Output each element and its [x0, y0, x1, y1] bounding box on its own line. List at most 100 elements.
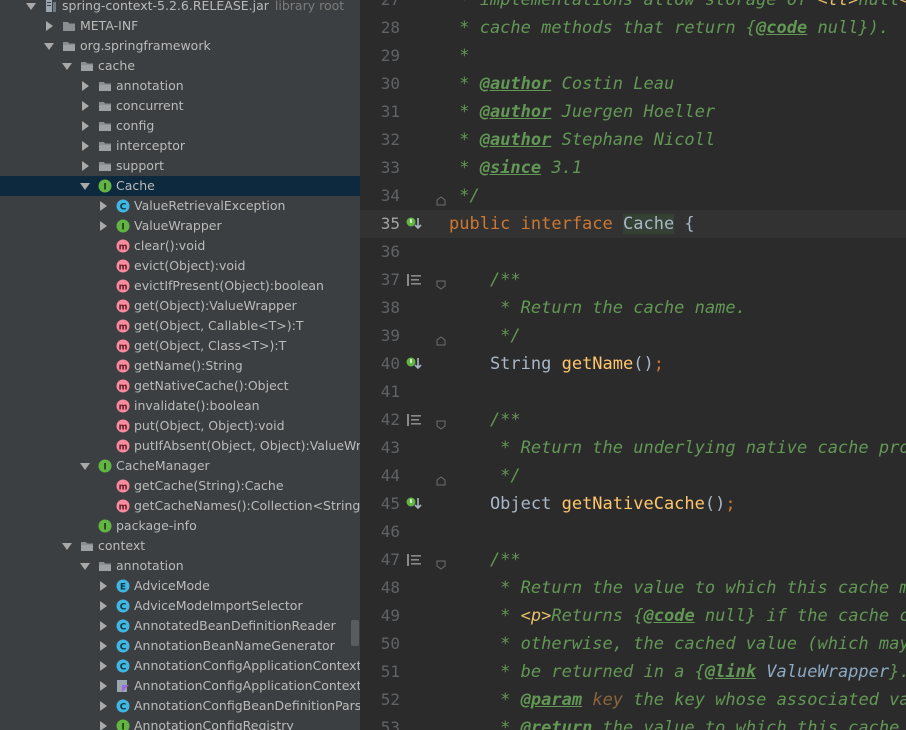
collapse-arrow-icon[interactable] — [100, 581, 107, 591]
tree-row[interactable]: C AnnotationConfigBeanDefinitionParser — [0, 696, 360, 716]
implemented-marker-icon[interactable] — [406, 356, 422, 372]
tree-row[interactable]: m evictIfPresent(Object):boolean — [0, 276, 360, 296]
collapse-arrow-icon[interactable] — [46, 21, 53, 31]
tree-row[interactable]: I Cache — [0, 176, 360, 196]
tree-row[interactable]: org.springframework — [0, 36, 360, 56]
fold-end-icon[interactable] — [436, 331, 446, 346]
code-line[interactable]: * — [449, 42, 469, 70]
tree-row[interactable]: m get(Object, Class<T>):T — [0, 336, 360, 356]
collapse-arrow-icon[interactable] — [100, 641, 107, 651]
fold-start-icon[interactable] — [436, 555, 446, 570]
tree-row[interactable]: E AdviceMode — [0, 576, 360, 596]
implemented-marker-icon[interactable] — [406, 216, 422, 232]
collapse-arrow-icon[interactable] — [82, 81, 89, 91]
project-tree[interactable]: spring-context-5.2.6.RELEASE.jar library … — [0, 0, 360, 730]
collapse-arrow-icon[interactable] — [100, 681, 107, 691]
expand-arrow-icon[interactable] — [62, 543, 72, 550]
code-line[interactable]: * @author Juergen Hoeller — [449, 98, 715, 126]
code-line[interactable]: String getName(); — [449, 350, 664, 378]
collapse-arrow-icon[interactable] — [100, 201, 107, 211]
code-line[interactable]: * otherwise, the cached value (which may… — [449, 630, 906, 658]
collapse-arrow-icon[interactable] — [82, 161, 89, 171]
tree-row[interactable]: m putIfAbsent(Object, Object):ValueWrappe… — [0, 436, 360, 456]
tree-row[interactable]: m clear():void — [0, 236, 360, 256]
tree-row[interactable]: AnnotationConfigApplicationContextExtens… — [0, 676, 360, 696]
implemented-marker-icon[interactable] — [406, 496, 422, 512]
code-line[interactable]: * @since 3.1 — [449, 154, 582, 182]
tree-row[interactable]: m get(Object, Callable<T>):T — [0, 316, 360, 336]
code-line[interactable]: * implementations allow storage of <tt>n… — [449, 0, 906, 14]
code-line[interactable]: * @author Costin Leau — [449, 70, 674, 98]
tree-row[interactable]: I CacheManager — [0, 456, 360, 476]
code-line[interactable]: * @return the value to which this cache … — [449, 714, 906, 730]
fold-end-icon[interactable] — [436, 471, 446, 486]
collapse-arrow-icon[interactable] — [82, 121, 89, 131]
rendered-doc-toggle-icon[interactable] — [406, 272, 422, 288]
tree-row[interactable]: C AnnotationBeanNameGenerator — [0, 636, 360, 656]
code-editor[interactable]: 27 * implementations allow storage of <t… — [360, 0, 906, 730]
code-line[interactable]: * be returned in a {@link ValueWrapper}. — [449, 658, 906, 686]
tree-row[interactable]: context — [0, 536, 360, 556]
code-line[interactable]: /** — [449, 406, 521, 434]
code-line[interactable]: public interface Cache { — [449, 210, 695, 238]
expand-arrow-icon[interactable] — [62, 63, 72, 70]
tree-row[interactable]: C AdviceModeImportSelector — [0, 596, 360, 616]
tree-row[interactable]: concurrent — [0, 96, 360, 116]
tree-row[interactable]: m getNativeCache():Object — [0, 376, 360, 396]
tree-row[interactable]: m invalidate():boolean — [0, 396, 360, 416]
tree-row[interactable]: m getCacheNames():Collection<String> — [0, 496, 360, 516]
code-line[interactable]: * Return the underlying native cache pro… — [449, 434, 906, 462]
rendered-doc-toggle-icon[interactable] — [406, 552, 422, 568]
code-line[interactable]: * @author Stephane Nicoll — [449, 126, 715, 154]
expand-arrow-icon[interactable] — [26, 3, 36, 10]
rendered-doc-toggle-icon[interactable] — [406, 412, 422, 428]
tree-row[interactable]: m get(Object):ValueWrapper — [0, 296, 360, 316]
code-line[interactable]: * <p>Returns {@code null} if the cache c… — [449, 602, 906, 630]
tree-row[interactable]: spring-context-5.2.6.RELEASE.jar library … — [0, 0, 360, 16]
collapse-arrow-icon[interactable] — [100, 221, 107, 231]
code-line[interactable]: */ — [449, 182, 479, 210]
fold-start-icon[interactable] — [436, 275, 446, 290]
code-line[interactable]: Object getNativeCache(); — [449, 490, 736, 518]
expand-arrow-icon[interactable] — [80, 463, 90, 470]
collapse-arrow-icon[interactable] — [100, 661, 107, 671]
tree-row[interactable]: cache — [0, 56, 360, 76]
tree-row[interactable]: I AnnotationConfigRegistry — [0, 716, 360, 730]
tree-row[interactable]: support — [0, 156, 360, 176]
code-line[interactable]: * Return the value to which this cache m… — [449, 574, 906, 602]
code-line[interactable]: */ — [449, 462, 520, 490]
tree-row[interactable]: interceptor — [0, 136, 360, 156]
code-line[interactable]: * Return the cache name. — [449, 294, 746, 322]
fold-end-icon[interactable] — [436, 191, 446, 206]
tree-row[interactable]: annotation — [0, 556, 360, 576]
tree-row[interactable]: m put(Object, Object):void — [0, 416, 360, 436]
tree-row[interactable]: m getName():String — [0, 356, 360, 376]
collapse-arrow-icon[interactable] — [82, 101, 89, 111]
collapse-arrow-icon[interactable] — [100, 721, 107, 730]
code-line[interactable]: /** — [449, 546, 521, 574]
tree-row[interactable]: I ValueWrapper — [0, 216, 360, 236]
collapse-arrow-icon[interactable] — [100, 621, 107, 631]
collapse-arrow-icon[interactable] — [82, 141, 89, 151]
code-line[interactable]: * @param key the key whose associated va… — [449, 686, 906, 714]
tree-row[interactable]: config — [0, 116, 360, 136]
tree-row[interactable]: m getCache(String):Cache — [0, 476, 360, 496]
collapse-arrow-icon[interactable] — [100, 701, 107, 711]
expand-arrow-icon[interactable] — [44, 43, 54, 50]
tree-row[interactable]: C AnnotatedBeanDefinitionReader — [0, 616, 360, 636]
tree-scrollbar-thumb[interactable] — [351, 620, 359, 646]
tree-row[interactable]: m evict(Object):void — [0, 256, 360, 276]
code-line[interactable]: */ — [449, 322, 520, 350]
tree-row[interactable]: annotation — [0, 76, 360, 96]
tree-row[interactable]: META-INF — [0, 16, 360, 36]
expand-arrow-icon[interactable] — [80, 563, 90, 570]
collapse-arrow-icon[interactable] — [100, 601, 107, 611]
code-line[interactable]: * cache methods that return {@code null}… — [449, 14, 889, 42]
expand-arrow-icon[interactable] — [80, 183, 90, 190]
tree-row[interactable]: C ValueRetrievalException — [0, 196, 360, 216]
tree-row[interactable]: C AnnotationConfigApplicationContext — [0, 656, 360, 676]
code-line[interactable]: /** — [449, 266, 521, 294]
svg-text:I: I — [103, 183, 106, 193]
tree-row[interactable]: Ipackage-info — [0, 516, 360, 536]
fold-start-icon[interactable] — [436, 415, 446, 430]
